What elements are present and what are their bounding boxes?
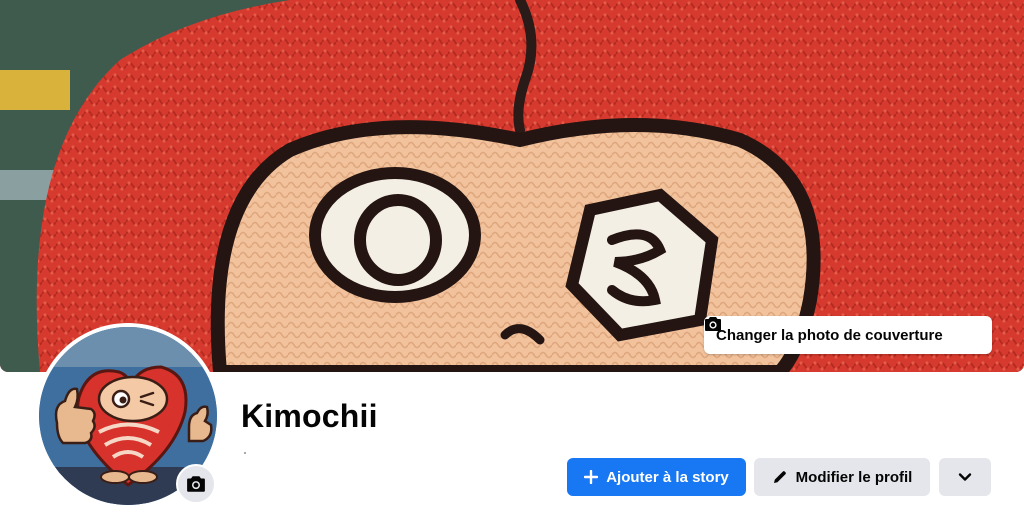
chevron-down-icon bbox=[958, 473, 972, 481]
camera-icon bbox=[187, 476, 205, 492]
profile-name: Kimochii bbox=[241, 398, 378, 434]
add-story-label: Ajouter à la story bbox=[606, 468, 729, 486]
change-cover-button[interactable]: Changer la photo de couverture bbox=[704, 316, 992, 354]
change-cover-label: Changer la photo de couverture bbox=[716, 326, 943, 344]
edit-profile-button[interactable]: Modifier le profil bbox=[754, 458, 930, 496]
cover-photo[interactable]: Changer la photo de couverture bbox=[0, 0, 1024, 372]
edit-profile-label: Modifier le profil bbox=[795, 468, 913, 486]
plus-icon bbox=[584, 470, 599, 484]
camera-icon bbox=[705, 317, 721, 331]
pencil-icon bbox=[773, 471, 786, 483]
more-options-button[interactable] bbox=[939, 458, 991, 496]
profile-subtitle bbox=[244, 452, 246, 454]
update-avatar-button[interactable] bbox=[176, 464, 216, 504]
add-story-button[interactable]: Ajouter à la story bbox=[567, 458, 746, 496]
